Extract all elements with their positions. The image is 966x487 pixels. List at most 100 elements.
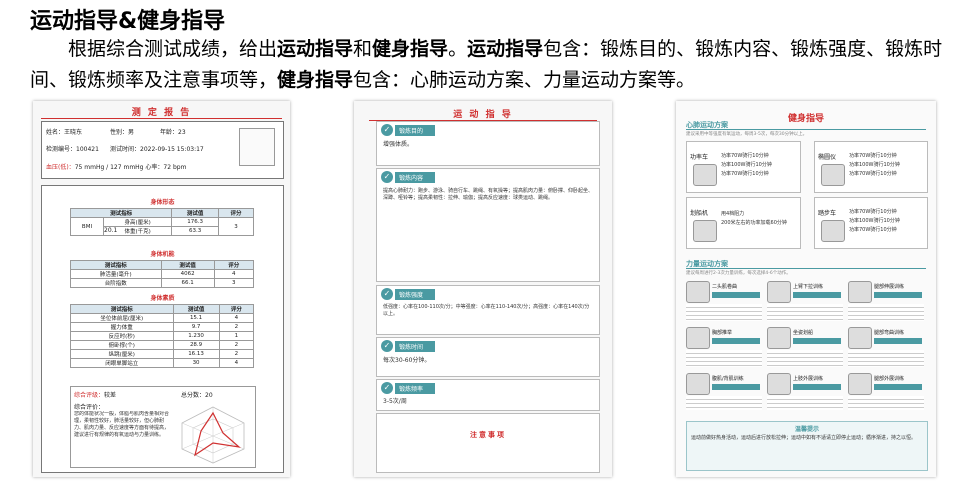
report-exercise-panel: 运 动 指 导 ✓ 锻炼目的 增强体质。 ✓ 锻炼内容 提高心肺耐力：跑步、游泳… (354, 101, 612, 477)
strength-item: 腿部伸展训练 (848, 281, 926, 323)
instruction-lines (767, 396, 843, 410)
intro-paragraph: 根据综合测试成绩，给出运动指导和健身指导。运动指导包含：锻炼目的、锻炼内容、锻炼… (30, 34, 960, 96)
level-bar (793, 384, 841, 390)
section-intensity-label: 锻炼强度 (399, 292, 424, 299)
plan-line: 功率100W骑行10分钟 (849, 218, 900, 224)
machine-icon (848, 373, 872, 395)
level-bar (874, 384, 922, 390)
report-test-panel: 测 定 报 告 姓名：王晓东 性别：男 年龄：23 检测编号：100421 测试… (33, 101, 290, 477)
level-bar (874, 292, 922, 298)
table-cell: 4 (218, 358, 255, 368)
table-cell: 纵跳(厘米) (70, 349, 174, 359)
col-header: 测试值 (171, 208, 220, 218)
table-cell: 台阶指数 (70, 278, 162, 288)
frequency-box: ✓ 锻炼频率 3-5次/周 (376, 379, 600, 411)
cardio-card-rower: 划船机 用4档阻力 200米左右的功率加载60分钟 (686, 197, 801, 249)
col-header: 评分 (213, 260, 255, 270)
plan-line: 功率70W骑行10分钟 (849, 209, 897, 215)
tips-text: 运动前做好热身活动，运动后进行放松拉伸；运动中如有不适请立即停止运动；循序渐进，… (691, 435, 917, 441)
machine-icon (686, 281, 710, 303)
exercise-name: 坐姿划船 (793, 330, 814, 336)
frequency-text: 3-5次/周 (383, 398, 407, 405)
machine-icon (767, 327, 791, 349)
time-value: 2022-09-15 15:03:17 (140, 146, 204, 153)
section-purpose-label: 锻炼目的 (399, 128, 424, 135)
grade-label: 综合评级： (74, 392, 105, 399)
table-cell: 176.3 (171, 217, 220, 227)
name-value: 王晓东 (64, 129, 83, 136)
purpose-text: 增强体质。 (383, 141, 414, 148)
bmi-value: 20.1 (104, 227, 118, 234)
level-bar (712, 338, 760, 344)
intro-text: 。 (448, 38, 468, 60)
table-cell: 66.1 (160, 278, 215, 288)
strength-item: 腹肌/背肌训练 (686, 373, 764, 411)
plan-line: 功率70W骑行10分钟 (721, 153, 769, 159)
rowing-machine-icon (693, 220, 717, 242)
cardio-card-stepper: 踏步车 功率70W骑行10分钟 功率100W骑行10分钟 功率70W骑行10分钟 (814, 197, 928, 249)
notes-box: 注意事项 (376, 413, 600, 473)
exercise-name: 上臂下拉训练 (793, 284, 824, 290)
bp-unit: mmHg (123, 164, 144, 171)
table-cell: 4 (213, 269, 255, 279)
exercise-name: 腿部伸展训练 (874, 284, 905, 290)
equipment-name: 踏步车 (818, 210, 837, 217)
runner-icon: ✓ (381, 124, 393, 136)
section-body-fitness: 身体素质 (150, 295, 175, 302)
cardio-note: 建议采用中等强度有氧运动，每周3-5次，每次30分钟以上。 (686, 132, 808, 137)
tips-box: 温馨提示 运动前做好热身活动，运动后进行放松拉伸；运动中如有不适请立即停止运动；… (686, 421, 928, 471)
instruction-lines (686, 350, 762, 367)
table-cell: 1 (218, 331, 255, 341)
purpose-box: ✓ 锻炼目的 增强体质。 (376, 121, 600, 166)
report-test-title: 测 定 报 告 (131, 108, 192, 118)
cardio-card-bike: 功率车 功率70W骑行10分钟 功率100W骑行10分钟 功率70W骑行10分钟 (686, 141, 801, 193)
table-cell: 4062 (160, 269, 215, 279)
table-cell: 反应时(秒) (70, 331, 174, 341)
sex-label: 性别： (110, 129, 129, 136)
strength-item: 腿部外展训练 (848, 373, 926, 411)
score-value: 20 (205, 392, 213, 399)
plan-line: 用4档阻力 (721, 211, 745, 217)
exercise-name: 上肢外展训练 (793, 376, 824, 382)
col-header: 测试值 (172, 304, 220, 314)
bp-unit: mmHg (84, 164, 105, 171)
intensity-text: 低强度：心率在100-110次/分；中等强度：心率在110-140次/分；高强度… (383, 304, 590, 317)
exercise-name: 腹肌/背肌训练 (712, 376, 744, 382)
section-notes-label: 注意事项 (470, 431, 506, 439)
intro-keyword: 健身指导 (277, 69, 354, 91)
table-cell: BMI (70, 217, 104, 236)
instruction-lines (686, 396, 762, 410)
report-fitness-panel: 健身指导 心肺运动方案 建议采用中等强度有氧运动，每周3-5次，每次30分钟以上… (676, 101, 936, 477)
table-cell: 4 (218, 313, 255, 323)
table-cell: 9.7 (172, 322, 220, 332)
instruction-lines (686, 304, 762, 321)
table-cell: 2 (218, 322, 255, 332)
table-cell: 握力体重 (70, 322, 174, 332)
profile-card: 姓名：王晓东 性别：男 年龄：23 检测编号：100421 测试时间：2022-… (41, 121, 284, 179)
col-header: 测试值 (160, 260, 215, 270)
exercise-name: 腿部弯曲训练 (874, 330, 905, 336)
table-cell: 1.230 (172, 331, 220, 341)
runner-icon: ✓ (381, 171, 393, 183)
instruction-lines (767, 350, 843, 367)
level-bar (712, 384, 760, 390)
tips-label: 温馨提示 (794, 426, 819, 433)
col-header: 评分 (218, 208, 254, 218)
section-body-function: 身体机能 (150, 251, 175, 258)
radar-chart (181, 406, 245, 464)
duration-box: ✓ 锻炼时间 每次30-60分钟。 (376, 337, 600, 377)
eval-text: 您的体能状况一般，体脂与肌肉含量相对合理，柔韧性较好，肺活量较好，但心肺耐力、肌… (74, 411, 170, 438)
table-cell: 3 (213, 278, 255, 288)
strength-item: 坐姿划船 (767, 327, 845, 369)
intro-text: 根据综合测试成绩，给出 (68, 38, 278, 60)
bp-low-value: 75 (74, 164, 83, 171)
strength-item: 胸部推举 (686, 327, 764, 369)
section-rule (686, 268, 926, 269)
bp-label: 血压(低)： (46, 164, 75, 171)
results-card: 身体形态 测试指标 测试值 评分 BMI 身高(厘米) 176.3 3 体重(千克) 63.… (41, 185, 284, 473)
runner-icon: ✓ (381, 288, 393, 300)
report-exercise-title: 运 动 指 导 (453, 110, 513, 120)
eval-label: 综合评价： (74, 404, 105, 411)
sex-value: 男 (128, 129, 135, 136)
name-label: 姓名： (46, 129, 65, 136)
